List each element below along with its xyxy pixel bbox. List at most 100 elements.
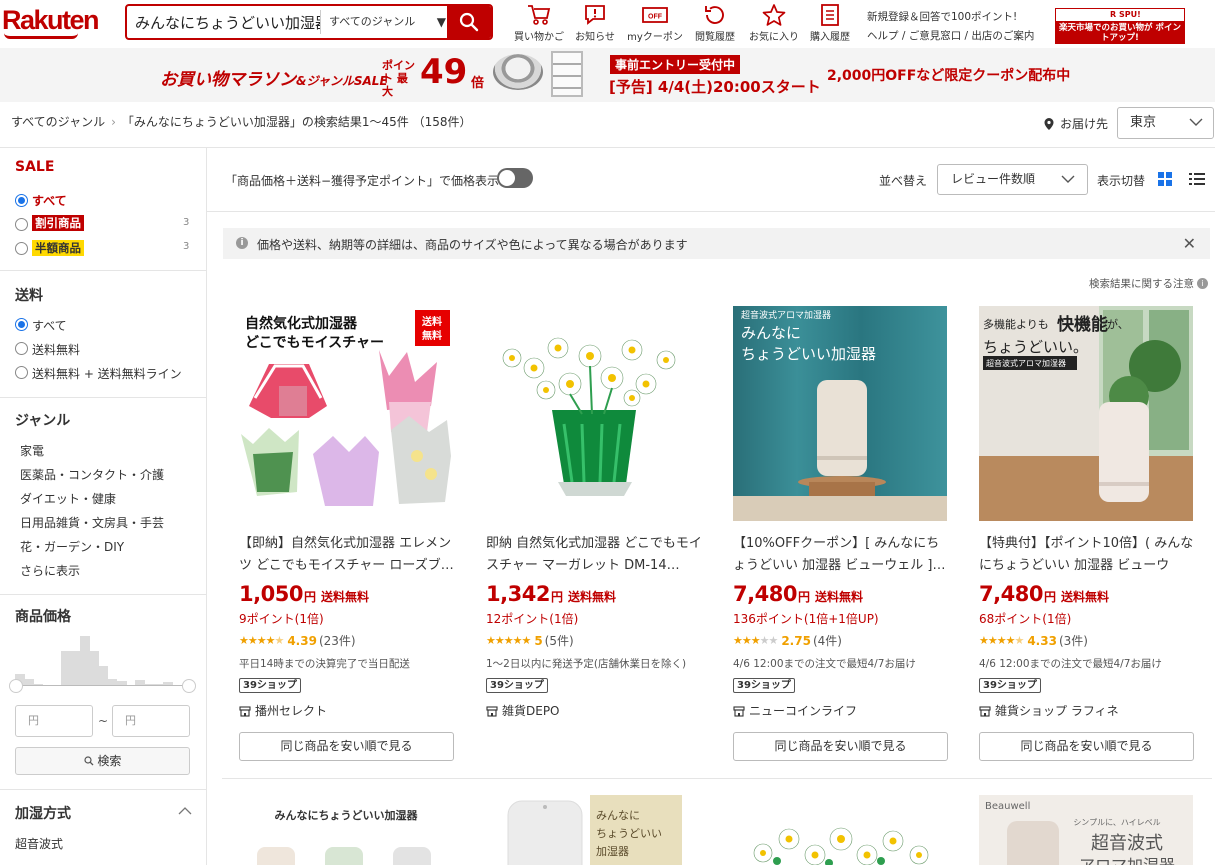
campaign-banner[interactable]: お買い物マラソン&ジャンルSALE ポイント 最大 49 倍 事前エントリー受付… [0,48,1215,102]
product-card[interactable]: 即納 自然気化式加湿器 どこでもモイスチャー マーガレット DM-14… 1,3… [486,306,702,776]
shipping-all-radio[interactable] [15,318,28,331]
chevron-up-icon[interactable] [178,806,192,816]
sale-discount-label[interactable]: 割引商品 [32,215,84,231]
product-title[interactable]: 【10%OFFクーポン】[ みんなにちょうどいい 加湿器 ビューウェル ]… [733,533,949,577]
shipping-note: 平日14時までの決算完了で当日配送 [239,658,410,670]
product-image-text: シンプルに、ハイレベル [1073,818,1160,827]
nav-favorites[interactable]: お気に入り [748,2,800,46]
product-rating[interactable]: ★★★★★ 2.75 (4件) [733,632,842,649]
genre-item[interactable]: ダイエット・健康 [20,490,116,507]
sort-select[interactable]: レビュー件数順 [937,164,1088,195]
genre-item[interactable]: 医薬品・コンタクト・介護 [20,466,164,483]
product-image-text: 加湿器 [596,845,629,858]
product-card[interactable]: 超音波式アロマ加湿器 みんなに ちょうどいい加湿器 【10%OFFクーポン】[ … [733,306,949,776]
prefecture-select[interactable]: 東京 [1117,107,1214,139]
nav-coupon[interactable]: OFF myクーポン [624,2,686,46]
shipping-all-label[interactable]: すべて [32,317,67,334]
search-results: 「商品価格＋送料−獲得予定ポイント」で価格表示 並べ替え レビュー件数順 表示切… [207,148,1215,865]
genre-item[interactable]: 花・ガーデン・DIY [20,538,124,555]
search-input[interactable] [127,6,321,38]
product-card[interactable]: 自然気化式加湿器 どこでもモイスチャー 送料 無料 【即納】自然気化式加湿器 エ… [239,306,455,776]
product-photo: 超音波式アロマ加湿器 みんなに ちょうどいい加湿器 [733,306,947,521]
product-title[interactable]: 【即納】自然気化式加湿器 エレメンツ どこでもモイスチャー ローズブ… [239,533,455,577]
product-image[interactable]: みんなにちょうどいい加湿器 [239,795,453,865]
svg-text:OFF: OFF [648,14,663,21]
product-rating[interactable]: ★★★★★ 5 (5件) [486,632,574,649]
price-display-toggle[interactable] [497,168,533,188]
product-card[interactable] [733,795,949,865]
sale-all-radio[interactable] [15,194,28,207]
genre-select[interactable]: すべてのジャンル ▼ [320,10,448,34]
entry-badge: 事前エントリー受付中 [610,55,741,74]
price-range-min-handle[interactable] [9,679,23,693]
shop-link[interactable]: 播州セレクト [239,702,327,719]
nav-notifications[interactable]: お知らせ [572,2,618,46]
product-card[interactable]: みんなに ちょうどいい 加湿器 [486,795,702,865]
nav-purchase-history-label: 購入履歴 [810,32,850,43]
product-price: 1,342円 送料無料 [486,582,616,606]
shop-39-badge: 39ショップ [486,678,548,693]
genre-item[interactable]: 家電 [20,442,44,459]
product-image-text: みんなに [596,809,640,822]
product-title[interactable]: 即納 自然気化式加湿器 どこでもモイスチャー マーガレット DM-14… [486,533,702,577]
search-button[interactable] [447,6,491,38]
shipping-free-line-label[interactable]: 送料無料 + 送料無料ライン [32,365,182,382]
shop-name: 播州セレクト [255,704,328,718]
price-search-button[interactable]: 検索 [15,747,190,775]
product-image[interactable] [486,306,700,521]
genre-show-more-link[interactable]: さらに表示 [20,562,80,579]
product-image[interactable]: 多機能よりも 快機能 が、 ちょうどいい。 超音波式アロマ加湿器 [979,306,1193,521]
price-range-max-handle[interactable] [182,679,196,693]
location-pin-icon [1044,117,1054,130]
help-links[interactable]: ヘルプ / ご意見窓口 / 出店のご案内 [867,28,1034,43]
rakuten-logo[interactable]: Rakuten [2,5,100,36]
product-title[interactable]: 【特典付】【ポイント10倍】( みんなにちょうどいい 加湿器 ビューウェ… [979,533,1195,577]
list-view-icon[interactable] [1189,172,1205,186]
product-points: 9ポイント(1倍) [239,612,324,626]
breadcrumb-root[interactable]: すべてのジャンル [11,115,105,129]
shipping-free-radio[interactable] [15,342,28,355]
signup-promo-link[interactable]: 新規登録＆回答で100ポイント! [867,9,1017,24]
product-image-text: 自然気化式加湿器 [245,315,358,332]
humidify-method-item[interactable]: 超音波式 [15,835,63,852]
grid-view-icon[interactable] [1158,172,1172,186]
product-card[interactable]: 多機能よりも 快機能 が、 ちょうどいい。 超音波式アロマ加湿器 【特典付】【ポ… [979,306,1195,776]
cheaper-order-button[interactable]: 同じ商品を安い順で見る [733,732,948,761]
robot-vacuum-image [493,54,543,90]
genre-item[interactable]: 日用品雑貨・文房具・手芸 [20,514,164,531]
product-image[interactable]: みんなに ちょうどいい 加湿器 [486,795,700,865]
product-image[interactable]: Beauwell シンプルに、ハイレベル 超音波式 アロマ加湿器 [979,795,1193,865]
product-card[interactable]: みんなにちょうどいい加湿器 [239,795,455,865]
spu-banner[interactable]: R SPU! 楽天市場でのお買い物が ポイントアップ! [1055,8,1185,44]
sale-discount-radio[interactable] [15,218,28,231]
product-card[interactable]: Beauwell シンプルに、ハイレベル 超音波式 アロマ加湿器 [979,795,1195,865]
product-image-text: みんなに [741,324,801,342]
product-price: 7,480円 送料無料 [979,582,1109,606]
product-image[interactable]: 超音波式アロマ加湿器 みんなに ちょうどいい加湿器 [733,306,947,521]
sale-all-label[interactable]: すべて [32,192,67,209]
close-icon[interactable]: ✕ [1183,234,1196,253]
shop-link[interactable]: ニューコインライフ [733,702,857,719]
product-points: 12ポイント(1倍) [486,612,579,626]
price-min-input[interactable]: 円 [15,705,93,737]
cheaper-order-button[interactable]: 同じ商品を安い順で見る [979,732,1194,761]
nav-cart[interactable]: 買い物かご [510,2,568,46]
nav-history[interactable]: 閲覧履歴 [692,2,738,46]
histogram-bar [79,636,90,686]
sale-half-price-label[interactable]: 半額商品 [32,240,84,256]
product-image[interactable]: 自然気化式加湿器 どこでもモイスチャー 送料 無料 [239,306,453,521]
product-rating[interactable]: ★★★★★ 4.33 (3件) [979,632,1088,649]
nav-purchase-history[interactable]: 購入履歴 [806,2,854,46]
sale-half-price-radio[interactable] [15,242,28,255]
shipping-free-line-radio[interactable] [15,366,28,379]
search-caution-link[interactable]: 検索結果に関する注意 i [1089,276,1208,291]
price-max-input[interactable]: 円 [112,705,190,737]
shipping-free-label[interactable]: 送料無料 [32,341,80,358]
product-image[interactable] [733,795,947,865]
product-rating[interactable]: ★★★★★ 4.39 (23件) [239,632,356,649]
price-heading: 商品価格 [15,609,71,625]
shop-link[interactable]: 雑貨DEPO [486,702,560,719]
cheaper-order-button[interactable]: 同じ商品を安い順で見る [239,732,454,761]
delivery-label: お届け先 [1060,117,1109,131]
shop-link[interactable]: 雑貨ショップ ラフィネ [979,702,1119,719]
